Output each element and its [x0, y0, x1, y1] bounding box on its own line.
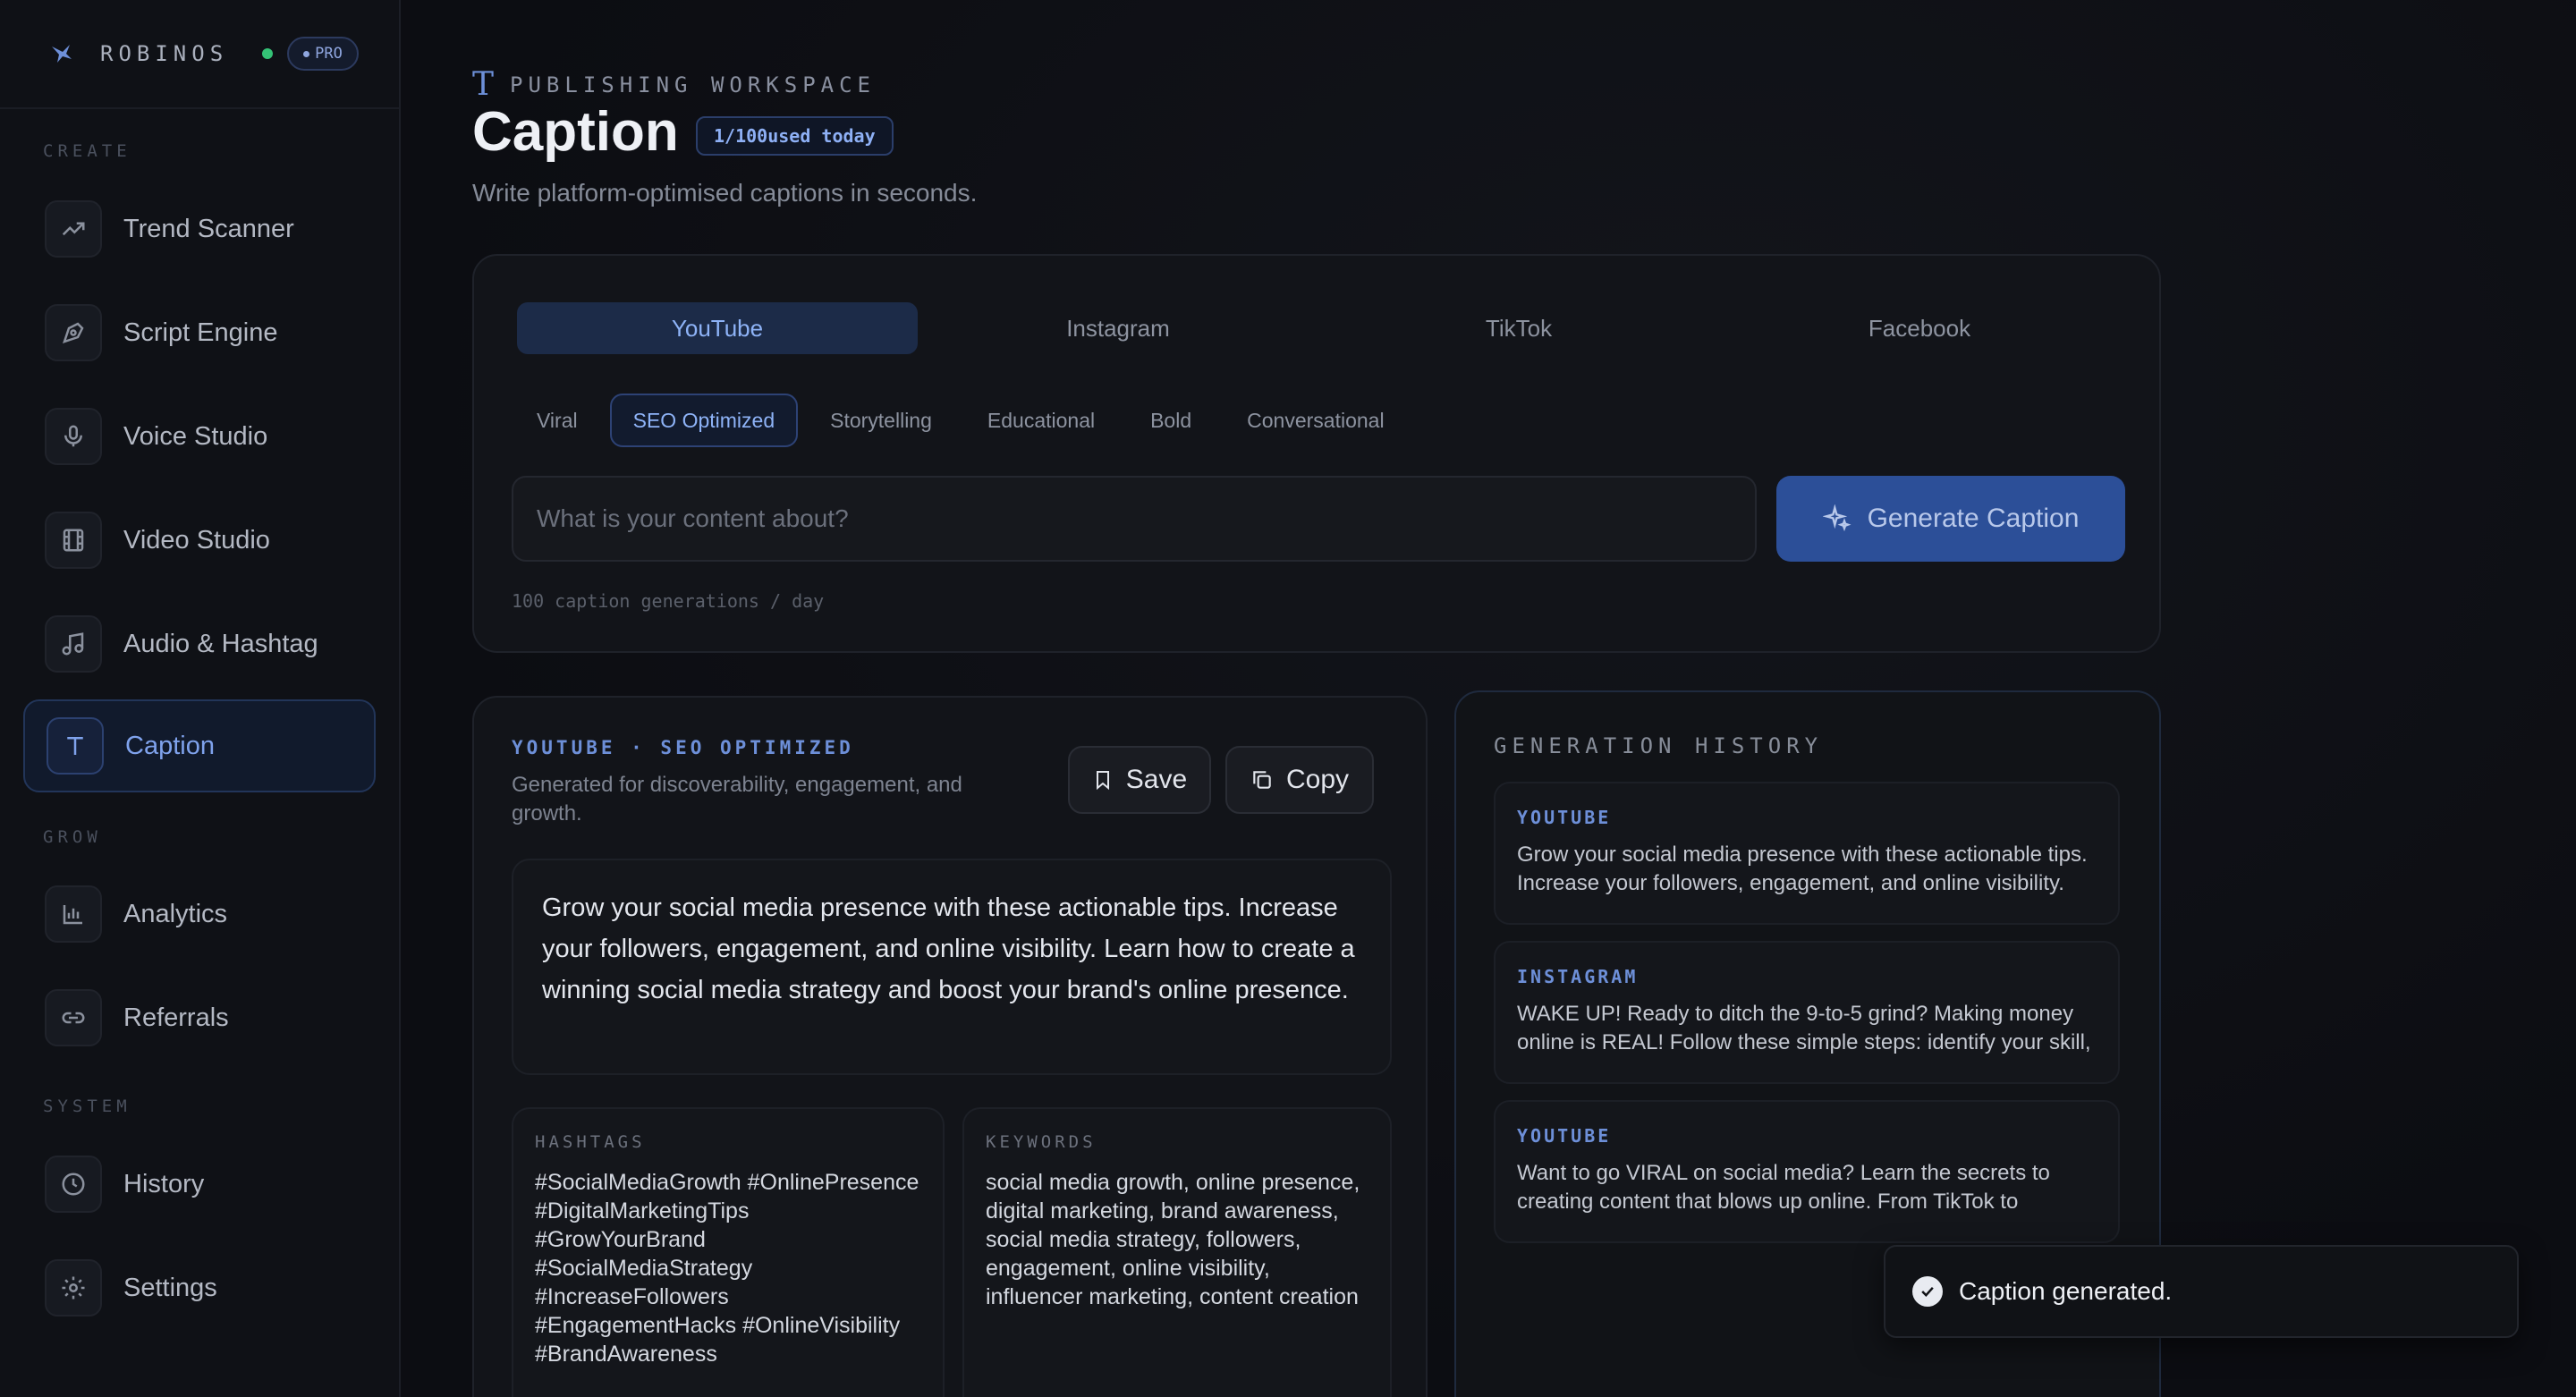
text-t-icon [47, 717, 104, 775]
check-circle-icon [1912, 1276, 1943, 1307]
success-toast: Caption generated. [1884, 1245, 2519, 1338]
history-item-text: Want to go VIRAL on social media? Learn … [1517, 1161, 2050, 1214]
tone-viral[interactable]: Viral [513, 394, 601, 447]
save-label: Save [1125, 765, 1188, 794]
bird-logo-icon [52, 45, 72, 63]
page-eyebrow: T PUBLISHING WORKSPACE [472, 66, 876, 103]
generate-caption-label: Generate Caption [1867, 504, 2080, 533]
sidebar-item-label: Settings [123, 1273, 217, 1302]
sidebar-item-caption[interactable]: Caption [23, 699, 376, 792]
history-item-text: WAKE UP! Ready to ditch the 9-to-5 grind… [1517, 1002, 2091, 1054]
sidebar-item-settings[interactable]: Settings [23, 1241, 376, 1334]
tab-youtube[interactable]: YouTube [517, 302, 918, 354]
generated-caption-text: Grow your social media presence with the… [512, 859, 1392, 1075]
film-icon [45, 512, 102, 569]
caption-result-card: YOUTUBE · SEO OPTIMIZED Generated for di… [472, 696, 1428, 1397]
history-item-text: Grow your social media presence with the… [1517, 842, 2088, 895]
keywords-header: KEYWORDS [986, 1132, 1097, 1152]
sidebar-item-label: History [123, 1169, 205, 1198]
gear-icon [45, 1259, 102, 1317]
history-item[interactable]: YOUTUBE Want to go VIRAL on social media… [1494, 1100, 2120, 1243]
toast-message: Caption generated. [1959, 1277, 2173, 1305]
trending-up-icon [45, 200, 102, 258]
section-label-grow: GROW [43, 827, 102, 847]
sparkle-icon [1822, 504, 1852, 532]
tone-storytelling[interactable]: Storytelling [807, 394, 955, 447]
eyebrow-text: PUBLISHING WORKSPACE [510, 72, 876, 97]
tab-tiktok[interactable]: TikTok [1318, 302, 1719, 354]
tone-conversational[interactable]: Conversational [1224, 394, 1407, 447]
pro-badge: PRO [287, 37, 359, 71]
usage-badge: 1/100used today [696, 116, 894, 156]
text-t-icon: T [472, 66, 495, 103]
sidebar: ROBINOS PRO CREATE Trend Scanner Script … [0, 0, 401, 1397]
sidebar-item-label: Analytics [123, 899, 228, 928]
copy-icon [1253, 771, 1271, 789]
sidebar-item-label: Referrals [123, 1003, 229, 1032]
generation-limit-note: 100 caption generations / day [512, 590, 825, 612]
history-item[interactable]: INSTAGRAM WAKE UP! Ready to ditch the 9-… [1494, 941, 2120, 1084]
hashtags-panel: HASHTAGS #SocialMediaGrowth #OnlinePrese… [512, 1107, 945, 1397]
microphone-icon [45, 408, 102, 465]
result-platform-tag: YOUTUBE · SEO OPTIMIZED [512, 737, 854, 758]
link-icon [45, 989, 102, 1046]
sidebar-item-audio-hashtag[interactable]: Audio & Hashtag [23, 597, 376, 690]
tone-seo-optimized[interactable]: SEO Optimized [609, 394, 799, 447]
main-content: T PUBLISHING WORKSPACE Caption 1/100used… [401, 0, 2576, 1397]
hashtags-list: #SocialMediaGrowth #OnlinePresence #Digi… [535, 1170, 919, 1367]
sidebar-item-referrals[interactable]: Referrals [23, 971, 376, 1064]
copy-label: Copy [1285, 765, 1350, 794]
history-item-platform: YOUTUBE [1517, 1125, 1612, 1147]
pen-nib-icon [45, 304, 102, 361]
brand-header: ROBINOS PRO [0, 0, 399, 109]
sidebar-item-video-studio[interactable]: Video Studio [23, 494, 376, 587]
history-item[interactable]: YOUTUBE Grow your social media presence … [1494, 782, 2120, 925]
clock-icon [45, 1156, 102, 1213]
sidebar-item-label: Script Engine [123, 318, 278, 347]
tab-instagram[interactable]: Instagram [918, 302, 1318, 354]
sidebar-item-voice-studio[interactable]: Voice Studio [23, 390, 376, 483]
tone-selector: Viral SEO Optimized Storytelling Educati… [513, 394, 1408, 447]
sidebar-item-label: Trend Scanner [123, 214, 294, 243]
sidebar-item-analytics[interactable]: Analytics [23, 868, 376, 961]
keywords-list: social media growth, online presence, di… [986, 1170, 1360, 1309]
bookmark-icon [1096, 771, 1109, 791]
history-item-platform: YOUTUBE [1517, 807, 1612, 828]
section-label-system: SYSTEM [43, 1096, 131, 1116]
sidebar-item-label: Audio & Hashtag [123, 629, 318, 658]
music-note-icon [45, 615, 102, 673]
caption-composer: YouTube Instagram TikTok Facebook Viral … [472, 254, 2161, 653]
online-status-dot [262, 48, 274, 59]
page-title: Caption [472, 101, 679, 163]
copy-button[interactable]: Copy [1225, 746, 1374, 814]
save-button[interactable]: Save [1068, 746, 1211, 814]
history-item-platform: INSTAGRAM [1517, 966, 1639, 987]
sidebar-item-label: Voice Studio [123, 421, 268, 451]
sidebar-item-label: Video Studio [123, 525, 270, 555]
sidebar-item-label: Caption [125, 731, 215, 760]
sidebar-item-trend-scanner[interactable]: Trend Scanner [23, 182, 376, 275]
sidebar-item-script-engine[interactable]: Script Engine [23, 286, 376, 379]
result-subtitle: Generated for discoverability, engagemen… [512, 773, 962, 826]
keywords-panel: KEYWORDS social media growth, online pre… [962, 1107, 1392, 1397]
history-header: GENERATION HISTORY [1494, 733, 1824, 758]
hashtags-header: HASHTAGS [535, 1132, 646, 1152]
page-subtitle: Write platform-optimised captions in sec… [472, 179, 978, 207]
tone-educational[interactable]: Educational [964, 394, 1118, 447]
tone-bold[interactable]: Bold [1127, 394, 1215, 447]
brand-name: ROBINOS [100, 41, 229, 66]
section-label-create: CREATE [43, 141, 131, 161]
generate-caption-button[interactable]: Generate Caption [1776, 476, 2125, 562]
content-topic-input[interactable] [512, 476, 1757, 562]
bar-chart-icon [45, 885, 102, 943]
tab-facebook[interactable]: Facebook [1719, 302, 2120, 354]
platform-tabs: YouTube Instagram TikTok Facebook [517, 302, 2120, 354]
sidebar-item-history[interactable]: History [23, 1138, 376, 1231]
